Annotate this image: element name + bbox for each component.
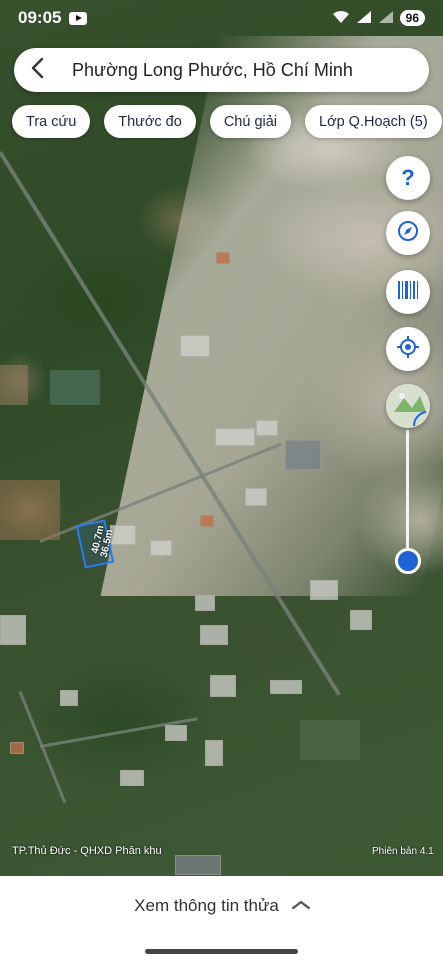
building [50,370,100,405]
chip-planning-layers[interactable]: Lớp Q.Hoạch (5) [305,105,442,138]
chip-lookup[interactable]: Tra cứu [12,105,91,138]
building [270,680,302,694]
building [200,515,214,527]
building [256,420,278,436]
building [210,675,236,697]
parcel-info-row[interactable]: Xem thông tin thửa [134,896,311,916]
status-time: 09:05 [18,8,62,27]
chip-legend[interactable]: Chú giải [209,105,292,138]
signal-icon [356,10,372,27]
opacity-slider-track[interactable] [406,430,409,560]
building [0,365,28,405]
bottom-sheet[interactable]: Xem thông tin thửa [0,876,443,960]
toolbar-chips: Tra cứu Thước đo Chú giải Lớp Q.Hoạch (5… [12,105,442,138]
my-location-icon [396,335,420,364]
chevron-up-icon[interactable] [290,897,311,915]
building [10,742,24,754]
compass-button[interactable] [386,211,430,255]
battery-indicator: 96 [399,10,425,26]
my-location-button[interactable] [386,327,430,371]
building [245,488,267,506]
version-label: Phiên bản 4.1 [372,846,434,857]
building [180,335,210,357]
building [310,580,338,600]
gesture-nav-bar[interactable] [145,949,298,954]
arrow-back-icon[interactable] [30,57,56,83]
status-bar: 09:05 96 [0,0,443,36]
map-layer-icon [386,384,430,428]
parcel-info-label[interactable]: Xem thông tin thửa [134,896,279,916]
compass-icon [397,220,419,247]
barcode-icon [397,280,419,305]
building [205,740,223,766]
building [350,610,372,630]
building [195,595,215,611]
signal-icon-2 [378,10,394,27]
building [215,428,255,446]
building [165,725,187,741]
opacity-slider-handle[interactable] [395,548,421,574]
building [285,440,321,470]
building [216,252,230,264]
building [120,770,144,786]
building [0,615,26,645]
location-title[interactable]: Phường Long Phước, Hồ Chí Minh [72,60,353,81]
barcode-button[interactable] [386,270,430,314]
map-layer-button[interactable] [386,384,430,428]
building [200,625,228,645]
building [0,480,60,540]
building [150,540,172,556]
wifi-icon [332,10,350,27]
building [60,690,78,706]
help-button[interactable]: ? [386,156,430,200]
youtube-icon [69,11,88,25]
building [300,720,360,760]
building [175,855,221,875]
map-layer-label: TP.Thủ Đức - QHXD Phân khu [12,845,162,857]
status-icons: 96 [332,10,425,27]
location-search-bar[interactable]: Phường Long Phước, Hồ Chí Minh [14,48,429,92]
chip-measure[interactable]: Thước đo [104,105,196,138]
help-icon: ? [401,165,415,190]
